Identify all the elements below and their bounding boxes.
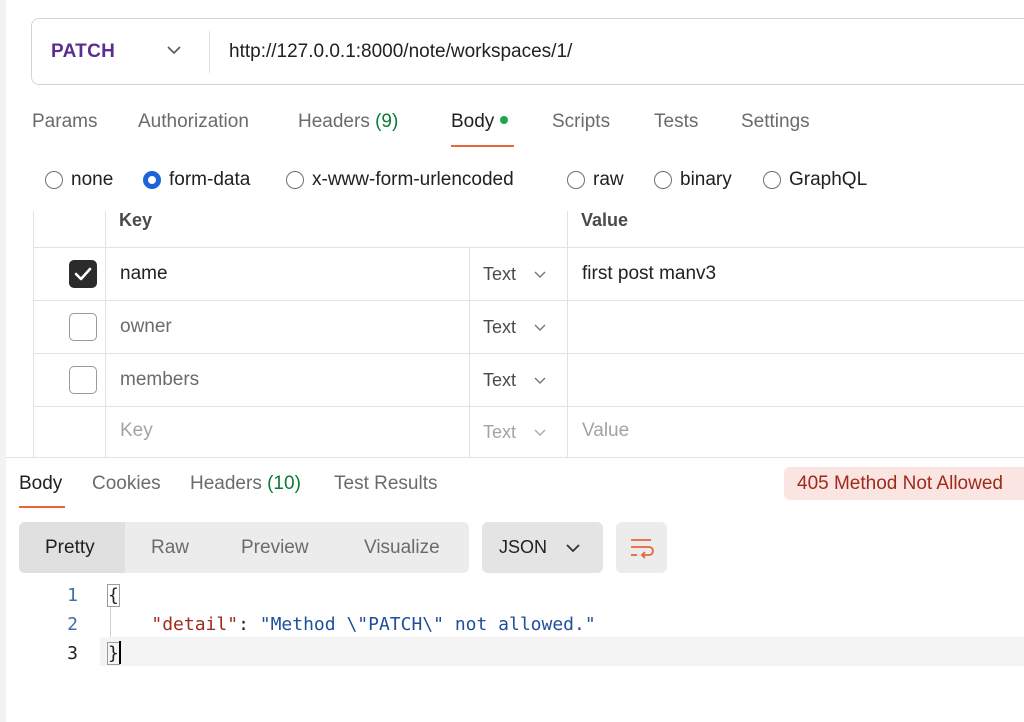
response-divider <box>6 457 1024 458</box>
table-row-divider <box>33 406 1024 407</box>
text-caret <box>119 641 121 664</box>
radio-circle <box>45 171 63 189</box>
table-row-divider <box>33 353 1024 354</box>
chevron-down-icon <box>534 377 546 384</box>
row-checkbox[interactable] <box>69 313 97 341</box>
chevron-down-icon <box>534 429 546 436</box>
left-edge-strip <box>0 0 6 722</box>
tab-headers-count: (9) <box>375 111 399 132</box>
row-type-label: Text <box>483 317 517 337</box>
radio-label: none <box>71 169 114 190</box>
view-mode-raw[interactable]: Raw <box>151 537 189 559</box>
row-type-label: Text <box>483 370 517 390</box>
format-select[interactable]: JSON <box>482 522 603 573</box>
new-type-label: Text <box>483 422 517 442</box>
row-checkbox[interactable] <box>69 260 97 288</box>
new-key-input[interactable]: Key <box>120 420 153 442</box>
format-label: JSON <box>499 537 548 557</box>
json-colon: : <box>238 614 260 635</box>
code-line-2[interactable]: "detail": "Method \"PATCH\" not allowed.… <box>108 614 596 635</box>
row-key[interactable]: owner <box>120 316 172 338</box>
code-line-3[interactable]: } <box>107 642 120 665</box>
json-key: "detail" <box>151 614 239 635</box>
wrap-lines-button[interactable] <box>616 522 667 573</box>
radio-label: x-www-form-urlencoded <box>312 169 514 190</box>
view-mode-visualize[interactable]: Visualize <box>364 537 440 559</box>
response-tab-headers-count: (10) <box>267 473 301 494</box>
checkmark-icon <box>74 267 92 281</box>
tab-headers[interactable]: Headers (9) <box>298 111 398 133</box>
row-key[interactable]: members <box>120 369 199 391</box>
row-type-select[interactable]: Text <box>483 264 548 285</box>
view-mode-pretty[interactable]: Pretty <box>45 537 95 559</box>
tab-authorization[interactable]: Authorization <box>138 111 249 133</box>
row-type-select[interactable]: Text <box>483 370 548 391</box>
body-indicator-dot <box>500 115 509 124</box>
chevron-down-icon <box>566 544 580 553</box>
row-type-select[interactable]: Text <box>483 317 548 338</box>
table-row-divider <box>33 247 1024 248</box>
tab-params[interactable]: Params <box>32 111 97 133</box>
response-tab-test-results[interactable]: Test Results <box>334 473 437 495</box>
table-header-value: Value <box>581 210 629 230</box>
radio-circle <box>654 171 672 189</box>
wrap-lines-icon <box>631 539 654 559</box>
chevron-down-icon <box>534 324 546 331</box>
row-value[interactable]: first post manv3 <box>582 263 716 285</box>
active-tab-underline <box>451 145 514 147</box>
radio-circle-selected <box>143 171 161 189</box>
radio-label: GraphQL <box>789 169 868 190</box>
tab-body[interactable]: Body <box>451 111 509 133</box>
chevron-down-icon[interactable] <box>165 41 183 59</box>
url-divider <box>209 31 210 73</box>
radio-label: raw <box>593 169 624 190</box>
code-line-1[interactable]: { <box>107 584 120 607</box>
tab-body-label: Body <box>451 111 495 132</box>
json-string: "Method \"PATCH\" not allowed." <box>259 614 596 635</box>
radio-label: binary <box>680 169 732 190</box>
response-tab-headers[interactable]: Headers (10) <box>190 473 301 495</box>
row-key[interactable]: name <box>120 263 168 285</box>
url-input[interactable]: http://127.0.0.1:8000/note/workspaces/1/ <box>229 41 572 63</box>
radio-graphql[interactable]: GraphQL <box>763 168 867 192</box>
row-type-label: Text <box>483 264 517 284</box>
table-header-key: Key <box>119 210 153 230</box>
radio-form-data[interactable]: form-data <box>143 168 250 192</box>
new-type-select[interactable]: Text <box>483 422 548 443</box>
view-mode-preview[interactable]: Preview <box>241 537 309 559</box>
table-row-divider <box>33 300 1024 301</box>
line-number: 3 <box>67 643 78 664</box>
tab-tests[interactable]: Tests <box>654 111 698 133</box>
active-response-tab-underline <box>19 506 65 508</box>
radio-circle <box>763 171 781 189</box>
row-checkbox[interactable] <box>69 366 97 394</box>
radio-label: form-data <box>169 169 251 190</box>
new-value-input[interactable]: Value <box>582 420 629 442</box>
url-bar: PATCH http://127.0.0.1:8000/note/workspa… <box>31 18 1024 85</box>
line-number: 2 <box>67 614 78 635</box>
tab-headers-label: Headers <box>298 111 370 132</box>
response-tab-body[interactable]: Body <box>19 473 62 495</box>
radio-raw[interactable]: raw <box>567 168 624 192</box>
status-badge[interactable]: 405 Method Not Allowed <box>784 467 1024 500</box>
radio-circle <box>567 171 585 189</box>
radio-binary[interactable]: binary <box>654 168 732 192</box>
response-tab-cookies[interactable]: Cookies <box>92 473 161 495</box>
line-number: 1 <box>67 585 78 606</box>
open-brace: { <box>107 584 120 607</box>
chevron-down-icon <box>534 271 546 278</box>
radio-x-www-form-urlencoded[interactable]: x-www-form-urlencoded <box>286 168 514 192</box>
view-mode-segment: Pretty Raw Preview Visualize <box>19 522 469 573</box>
response-tab-headers-label: Headers <box>190 473 262 494</box>
table-column-divider <box>469 247 470 457</box>
radio-none[interactable]: none <box>45 168 113 192</box>
tab-scripts[interactable]: Scripts <box>552 111 610 133</box>
close-brace: } <box>107 642 120 665</box>
active-line-highlight <box>100 637 1024 666</box>
radio-circle <box>286 171 304 189</box>
tab-settings[interactable]: Settings <box>741 111 810 133</box>
method-select[interactable]: PATCH <box>51 41 115 63</box>
